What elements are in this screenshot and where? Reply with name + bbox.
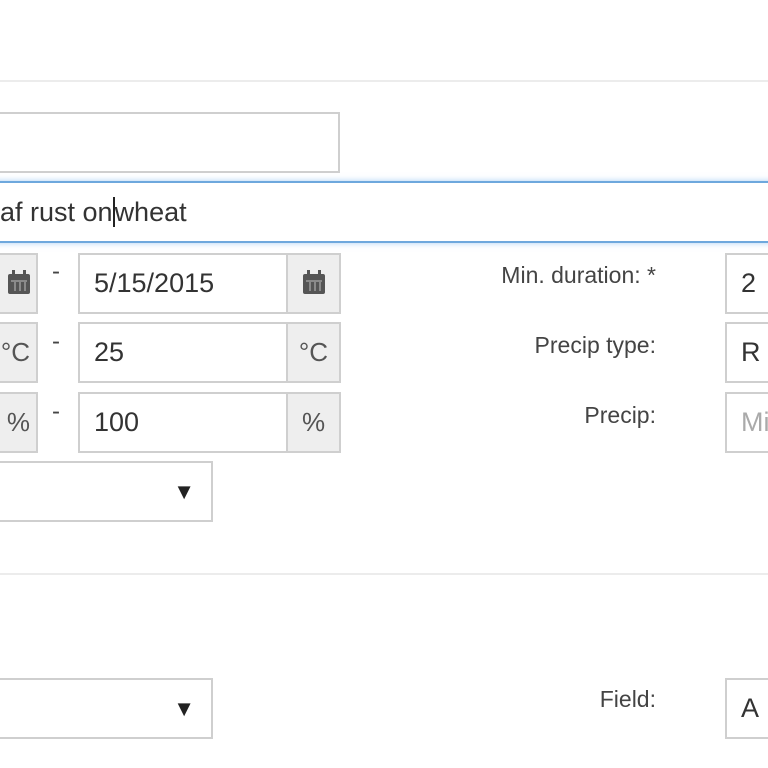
date-start-calendar-button[interactable] [0,253,38,314]
field-label: Field: [599,686,656,712]
min-duration-value: 2 [741,268,757,298]
temp-start-unit: °C [0,337,30,367]
chevron-down-icon: ▼ [173,695,195,721]
top-divider [0,80,768,82]
weather-filter-form: af rust on wheat - 5/15/2015 °C - 25 °C %… [0,0,768,768]
section-divider [0,573,768,575]
humidity-start-unit: % [6,407,30,437]
humidity-end-input[interactable]: 100 [78,392,290,453]
date-end-calendar-button[interactable] [286,253,341,314]
temp-end-unit: °C [298,337,329,367]
description-input[interactable]: af rust on wheat [0,181,768,243]
date-end-input[interactable]: 5/15/2015 [78,253,290,314]
description-text-before-cursor: af rust on [0,196,113,227]
precip-label: Precip: [584,402,656,428]
field-select[interactable]: A [725,678,768,739]
description-text-after-cursor: wheat [114,196,187,227]
chevron-down-icon: ▼ [173,478,195,504]
temp-end-input[interactable]: 25 [78,322,290,383]
name-input[interactable] [0,112,340,173]
date-end-value: 5/15/2015 [94,268,215,298]
precip-type-value: R [741,337,761,367]
min-duration-input[interactable]: 2 [725,253,768,314]
temp-range-separator: - [52,328,60,355]
filter-select-1[interactable]: ▼ [0,461,213,522]
temp-start-unit-addon: °C [0,322,38,383]
min-duration-label: Min. duration: * [501,262,656,288]
humidity-end-value: 100 [94,407,140,437]
precip-placeholder: Mi [741,407,768,437]
date-range-separator: - [52,258,60,285]
temp-end-value: 25 [94,337,125,367]
precip-type-label: Precip type: [534,332,656,358]
humidity-start-unit-addon: % [0,392,38,453]
calendar-icon [302,269,325,294]
humidity-end-unit-addon: % [286,392,341,453]
filter-select-2[interactable]: ▼ [0,678,213,739]
precip-input[interactable]: Mi [725,392,768,453]
humidity-range-separator: - [52,398,60,425]
humidity-end-unit: % [301,407,326,437]
precip-type-select[interactable]: R [725,322,768,383]
temp-end-unit-addon: °C [286,322,341,383]
field-value: A [741,693,760,723]
calendar-icon [8,269,30,294]
